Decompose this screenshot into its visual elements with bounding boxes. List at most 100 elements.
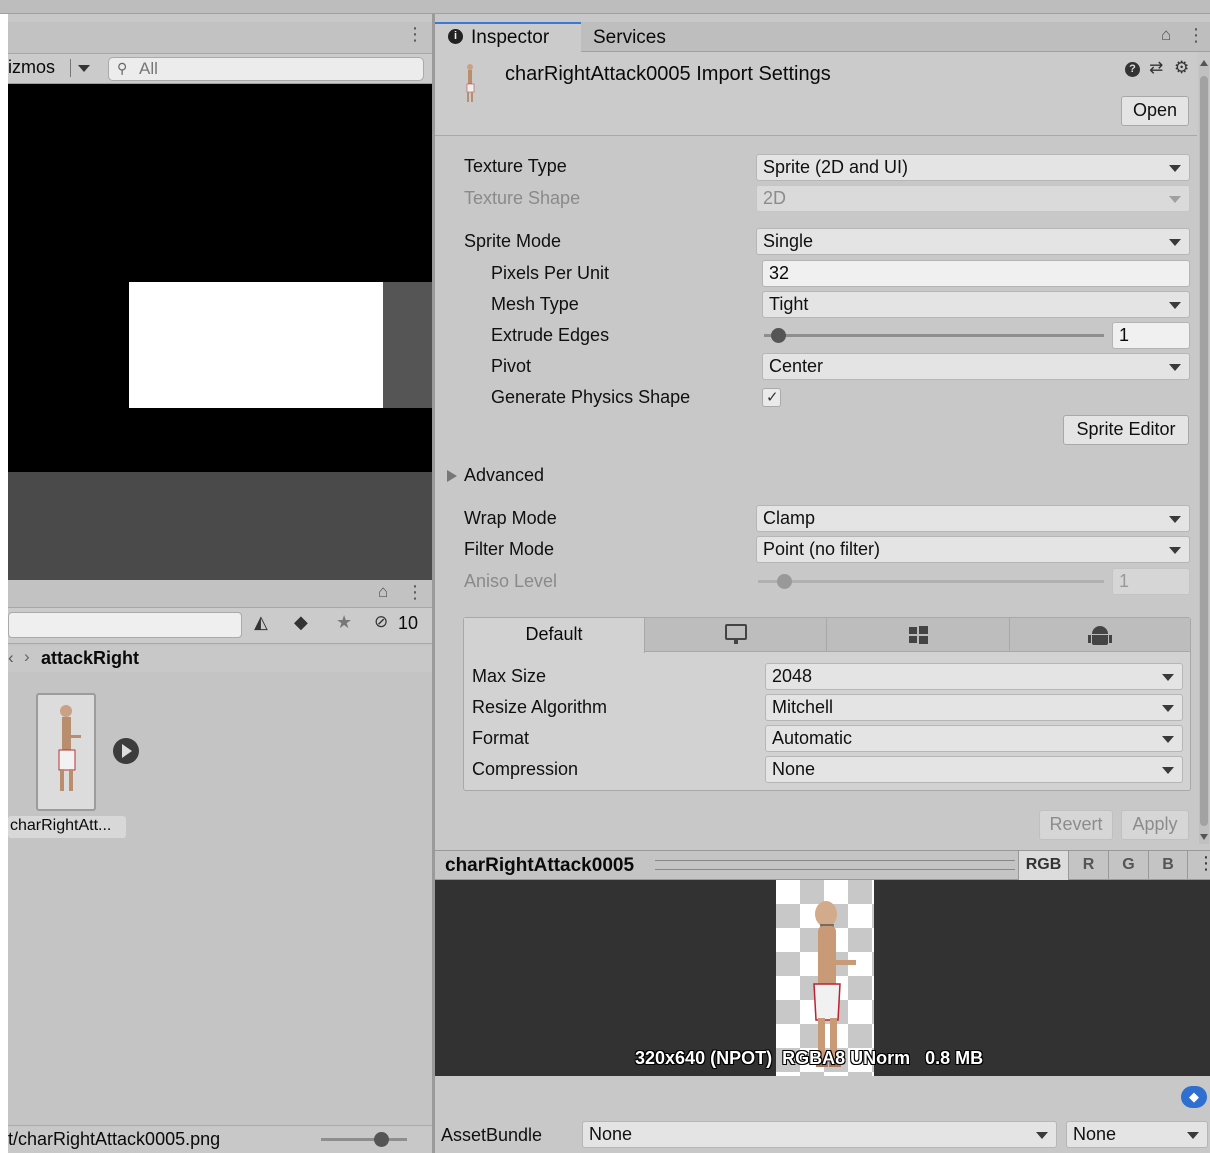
project-status-bar: t/charRightAttack0005.png: [8, 1125, 432, 1153]
channel-g-label: G: [1122, 856, 1135, 873]
filter-by-type-icon[interactable]: ◭: [254, 612, 268, 633]
favorites-star-icon[interactable]: ★: [336, 612, 352, 633]
ppu-field[interactable]: 32: [762, 260, 1190, 287]
chevron-down-icon: [1169, 239, 1181, 246]
asset-labels-tag-icon[interactable]: ◆: [1181, 1086, 1207, 1108]
preview-title: charRightAttack0005: [445, 855, 635, 876]
play-animation-icon[interactable]: [113, 738, 139, 764]
inspector-header: charRightAttack0005 Import Settings ? ⇄ …: [435, 52, 1197, 136]
assetbundle-variant-dropdown[interactable]: None: [1066, 1121, 1208, 1148]
chevron-down-icon: [1162, 705, 1174, 712]
checkmark-icon: ✓: [766, 389, 779, 406]
channel-b-button[interactable]: B: [1148, 851, 1188, 880]
filter-mode-label: Filter Mode: [464, 539, 555, 559]
texture-type-value: Sprite (2D and UI): [763, 157, 909, 177]
max-size-value: 2048: [772, 666, 813, 686]
more-menu-icon[interactable]: ⋮: [1197, 853, 1210, 874]
ppu-label: Pixels Per Unit: [491, 263, 610, 283]
chevron-down-icon: [1187, 1132, 1199, 1139]
chevron-down-icon: [1162, 767, 1174, 774]
tab-services[interactable]: Services: [581, 22, 691, 52]
scene-toolbar: izmos ⚲ All: [8, 54, 432, 84]
tab-platform-android[interactable]: [1010, 618, 1190, 652]
scene-viewport[interactable]: [8, 84, 432, 472]
texture-type-dropdown[interactable]: Sprite (2D and UI): [756, 154, 1190, 181]
compression-dropdown[interactable]: None: [765, 756, 1183, 783]
more-menu-icon[interactable]: ⋮: [406, 24, 424, 45]
search-input[interactable]: ⚲ All: [108, 57, 424, 81]
mesh-type-value: Tight: [769, 294, 809, 314]
project-search-input[interactable]: [8, 612, 242, 638]
zoom-slider-track[interactable]: [321, 1138, 407, 1141]
scroll-down-icon[interactable]: [1200, 834, 1208, 840]
tab-services-label: Services: [593, 27, 666, 48]
help-icon[interactable]: ?: [1125, 62, 1140, 77]
generate-physics-checkbox[interactable]: ✓: [762, 388, 781, 407]
gear-icon[interactable]: ⚙: [1174, 58, 1189, 78]
chevron-down-icon: [1169, 196, 1181, 203]
character-sprite-preview: [813, 901, 856, 1067]
revert-button[interactable]: Revert: [1039, 810, 1113, 840]
extrude-slider-track[interactable]: [764, 334, 1104, 337]
chevron-down-icon[interactable]: [78, 65, 90, 72]
advanced-foldout-label[interactable]: Advanced: [464, 465, 544, 486]
asset-thumbnail[interactable]: [36, 693, 96, 811]
sprite-mode-dropdown[interactable]: Single: [756, 228, 1190, 255]
asset-label[interactable]: charRightAtt...: [8, 816, 126, 838]
preview-drag-handle[interactable]: [655, 860, 1015, 870]
advanced-foldout-icon[interactable]: [447, 470, 457, 482]
gizmos-button[interactable]: izmos: [8, 57, 55, 78]
labels-area: ◆: [435, 1076, 1210, 1120]
inspector-scrollbar[interactable]: [1199, 60, 1209, 844]
zoom-slider-knob[interactable]: [374, 1132, 389, 1147]
channel-rgb-button[interactable]: RGB: [1018, 851, 1068, 880]
breadcrumb-prefix[interactable]: ‹: [8, 648, 14, 668]
max-size-dropdown[interactable]: 2048: [765, 663, 1183, 690]
scroll-up-icon[interactable]: [1200, 60, 1208, 66]
assetbundle-name-dropdown[interactable]: None: [582, 1121, 1057, 1148]
apply-button[interactable]: Apply: [1121, 810, 1189, 840]
tab-platform-standalone[interactable]: [645, 618, 827, 652]
format-dropdown[interactable]: Automatic: [765, 725, 1183, 752]
scrollbar-thumb[interactable]: [1200, 76, 1208, 826]
chevron-down-icon: [1036, 1132, 1048, 1139]
presets-icon[interactable]: ⇄: [1149, 58, 1163, 78]
mesh-type-label: Mesh Type: [491, 294, 579, 314]
tab-inspector[interactable]: i Inspector: [435, 22, 581, 52]
compression-label: Compression: [472, 759, 579, 779]
extrude-field[interactable]: 1: [1112, 322, 1190, 349]
wrap-mode-label: Wrap Mode: [464, 508, 557, 528]
mesh-type-dropdown[interactable]: Tight: [762, 291, 1190, 318]
more-menu-icon[interactable]: ⋮: [406, 582, 424, 603]
gizmos-separator: [70, 59, 71, 77]
sprite-editor-button[interactable]: Sprite Editor: [1063, 415, 1189, 445]
breadcrumb: ‹ › attackRight: [8, 646, 432, 672]
platform-tab-row: Default: [464, 618, 1190, 653]
filter-mode-dropdown[interactable]: Point (no filter): [756, 536, 1190, 563]
more-menu-icon[interactable]: ⋮: [1187, 25, 1205, 46]
lock-icon[interactable]: ⌂: [1161, 25, 1171, 45]
tab-platform-windows[interactable]: [827, 618, 1010, 652]
filter-by-label-icon[interactable]: ◆: [294, 612, 308, 633]
monitor-icon: [725, 624, 747, 640]
open-button[interactable]: Open: [1121, 96, 1189, 126]
hidden-eye-icon[interactable]: ⊘: [374, 612, 388, 632]
channel-g-button[interactable]: G: [1108, 851, 1148, 880]
wrap-mode-dropdown[interactable]: Clamp: [756, 505, 1190, 532]
resize-algorithm-dropdown[interactable]: Mitchell: [765, 694, 1183, 721]
channel-r-label: R: [1082, 856, 1095, 873]
inspector-tab-row: i Inspector Services ⌂ ⋮: [435, 22, 1210, 52]
assetbundle-row: AssetBundle None None: [435, 1120, 1210, 1153]
scene-bottom-area: [8, 472, 432, 584]
windows-logo-icon: [909, 627, 917, 634]
channel-b-label: B: [1162, 856, 1174, 873]
pivot-dropdown[interactable]: Center: [762, 353, 1190, 380]
aniso-slider-track: [758, 580, 1104, 583]
channel-r-button[interactable]: R: [1068, 851, 1108, 880]
extrude-slider-knob[interactable]: [771, 328, 786, 343]
platform-settings-box: Default Max Size 2048 Resize Algorithm M…: [463, 617, 1191, 791]
android-logo-icon: [1092, 626, 1108, 634]
breadcrumb-current[interactable]: attackRight: [41, 648, 139, 669]
tab-platform-default[interactable]: Default: [464, 618, 645, 653]
lock-icon[interactable]: ⌂: [378, 582, 388, 602]
